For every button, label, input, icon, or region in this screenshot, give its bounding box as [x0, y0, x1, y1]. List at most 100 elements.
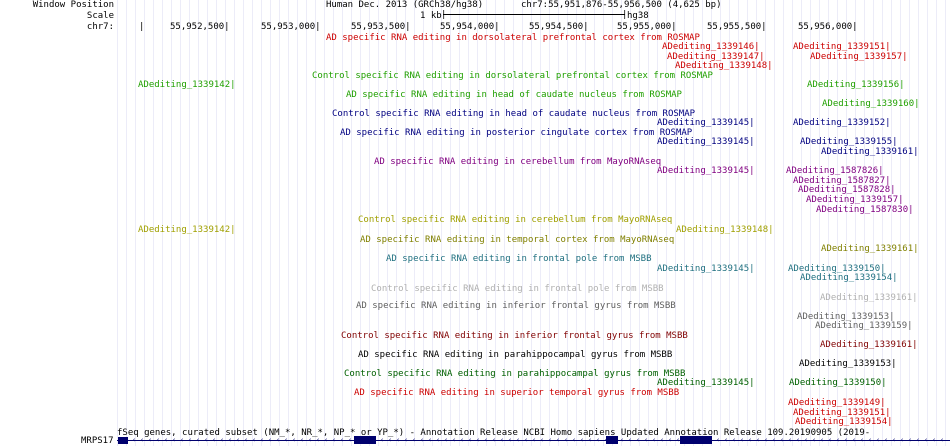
editing-item[interactable]: ADediting_1339160|: [822, 99, 920, 109]
grid-line: [909, 0, 910, 446]
gene-exon: [680, 436, 712, 444]
editing-item[interactable]: ADediting_1339161|: [820, 340, 918, 350]
grid-line: [324, 0, 325, 446]
strand-arrow: ‹: [716, 436, 721, 444]
track-title[interactable]: Control specific RNA editing in frontal …: [371, 284, 664, 294]
strand-arrow: ‹: [316, 436, 321, 444]
strand-arrow: ‹: [884, 436, 889, 444]
scale-assembly: hg38: [627, 11, 649, 21]
track-title[interactable]: AD specific RNA editing in inferior fron…: [356, 301, 676, 311]
editing-item[interactable]: ADediting_1339142|: [138, 225, 236, 235]
strand-arrow: ‹: [140, 436, 145, 444]
grid-line: [891, 0, 892, 446]
strand-arrow: ‹: [916, 436, 921, 444]
strand-arrow: ‹: [668, 436, 673, 444]
track-title[interactable]: Control specific RNA editing in inferior…: [341, 331, 688, 341]
track-title[interactable]: AD specific RNA editing in head of cauda…: [346, 90, 682, 100]
assembly-label: Human Dec. 2013 (GRCh38/hg38): [326, 0, 484, 10]
editing-item[interactable]: ADediting_1339148|: [675, 61, 773, 71]
grid-line: [261, 0, 262, 446]
scale-bar-left-cap: |: [441, 10, 447, 20]
strand-arrow: ‹: [276, 436, 281, 444]
strand-arrow: ‹: [580, 436, 585, 444]
editing-item[interactable]: ADediting_1339157|: [810, 52, 908, 62]
track-title[interactable]: AD specific RNA editing in temporal cort…: [360, 235, 674, 245]
strand-arrow: ‹: [804, 436, 809, 444]
track-title[interactable]: Control specific RNA editing in head of …: [332, 109, 695, 119]
editing-item[interactable]: ADediting_1339150|: [789, 378, 887, 388]
strand-arrow: ‹: [300, 436, 305, 444]
strand-arrow: ‹: [412, 436, 417, 444]
gene-label[interactable]: MRPS17: [81, 436, 114, 446]
ruler-tick-label: 55,953,500|: [351, 22, 411, 32]
ruler-tick-label: 55,954,000|: [440, 22, 500, 32]
strand-arrow: ‹: [220, 436, 225, 444]
track-title[interactable]: AD specific RNA editing in dorsolateral …: [326, 33, 700, 43]
track-title[interactable]: AD specific RNA editing in frontal pole …: [386, 254, 652, 264]
grid-line: [198, 0, 199, 446]
editing-item[interactable]: ADediting_1339154|: [800, 273, 898, 283]
strand-arrow: ‹: [548, 436, 553, 444]
ruler-tick-label: 55,952,500|: [170, 22, 230, 32]
strand-arrow: ‹: [500, 436, 505, 444]
grid-line: [162, 0, 163, 446]
editing-item[interactable]: ADediting_1587830|: [816, 205, 914, 215]
editing-item[interactable]: ADediting_1339151|: [793, 42, 891, 52]
editing-item[interactable]: ADediting_1339155|: [800, 137, 898, 147]
editing-item[interactable]: ADediting_1339145|: [657, 264, 755, 274]
strand-arrow: ‹: [484, 436, 489, 444]
editing-item[interactable]: ADediting_1339154|: [795, 417, 893, 427]
strand-arrow: ‹: [388, 436, 393, 444]
grid-line: [252, 0, 253, 446]
ruler-start-tick: |: [139, 22, 145, 32]
grid-line: [945, 0, 946, 446]
strand-arrow: ‹: [652, 436, 657, 444]
track-title[interactable]: Control specific RNA editing in parahipp…: [344, 369, 685, 379]
position-label: chr7:55,951,876-55,956,500 (4,625 bp): [521, 0, 722, 10]
editing-item[interactable]: ADediting_1339153|: [799, 359, 897, 369]
editing-item[interactable]: ADediting_1339149|: [788, 398, 886, 408]
editing-item[interactable]: ADediting_1339142|: [138, 80, 236, 90]
editing-item[interactable]: ADediting_1339148|: [676, 225, 774, 235]
editing-item[interactable]: ADediting_1339159|: [815, 321, 913, 331]
strand-arrow: ‹: [764, 436, 769, 444]
strand-arrow: ‹: [892, 436, 897, 444]
strand-arrow: ‹: [156, 436, 161, 444]
editing-item[interactable]: ADediting_1339145|: [657, 137, 755, 147]
editing-item[interactable]: ADediting_1587828|: [798, 185, 896, 195]
editing-item[interactable]: ADediting_1339145|: [657, 118, 755, 128]
strand-arrow: ‹: [396, 436, 401, 444]
editing-item[interactable]: ADediting_1339152|: [793, 118, 891, 128]
track-title[interactable]: AD specific RNA editing in superior temp…: [354, 388, 679, 398]
strand-arrow: ‹: [524, 436, 529, 444]
ruler-tick-label: 55,955,500|: [707, 22, 767, 32]
grid-line: [315, 0, 316, 446]
strand-arrow: ‹: [660, 436, 665, 444]
strand-arrow: ‹: [844, 436, 849, 444]
strand-arrow: ‹: [756, 436, 761, 444]
track-title[interactable]: Control specific RNA editing in cerebell…: [358, 215, 672, 225]
editing-item[interactable]: ADediting_1339161|: [821, 244, 919, 254]
editing-item[interactable]: ADediting_1339146|: [662, 42, 760, 52]
strand-arrow: ‹: [212, 436, 217, 444]
grid-line: [144, 0, 145, 446]
editing-item[interactable]: ADediting_1339161|: [821, 147, 919, 157]
editing-item[interactable]: ADediting_1339161|: [820, 293, 918, 303]
track-title[interactable]: AD specific RNA editing in posterior cin…: [340, 128, 692, 138]
editing-item[interactable]: ADediting_1339145|: [657, 166, 755, 176]
strand-arrow: ‹: [428, 436, 433, 444]
track-title[interactable]: AD specific RNA editing in cerebellum fr…: [374, 157, 661, 167]
strand-arrow: ‹: [588, 436, 593, 444]
strand-arrow: ‹: [932, 436, 937, 444]
scale-bar: [443, 14, 625, 15]
strand-arrow: ‹: [908, 436, 913, 444]
track-title[interactable]: AD specific RNA editing in parahippocamp…: [358, 350, 672, 360]
grid-line: [342, 0, 343, 446]
editing-item[interactable]: ADediting_1587826|: [786, 166, 884, 176]
track-title[interactable]: Control specific RNA editing in dorsolat…: [312, 71, 713, 81]
editing-item[interactable]: ADediting_1339157|: [806, 195, 904, 205]
editing-item[interactable]: ADediting_1339156|: [807, 80, 905, 90]
grid-line: [126, 0, 127, 446]
editing-item[interactable]: ADediting_1339145|: [657, 378, 755, 388]
grid-line: [171, 0, 172, 446]
